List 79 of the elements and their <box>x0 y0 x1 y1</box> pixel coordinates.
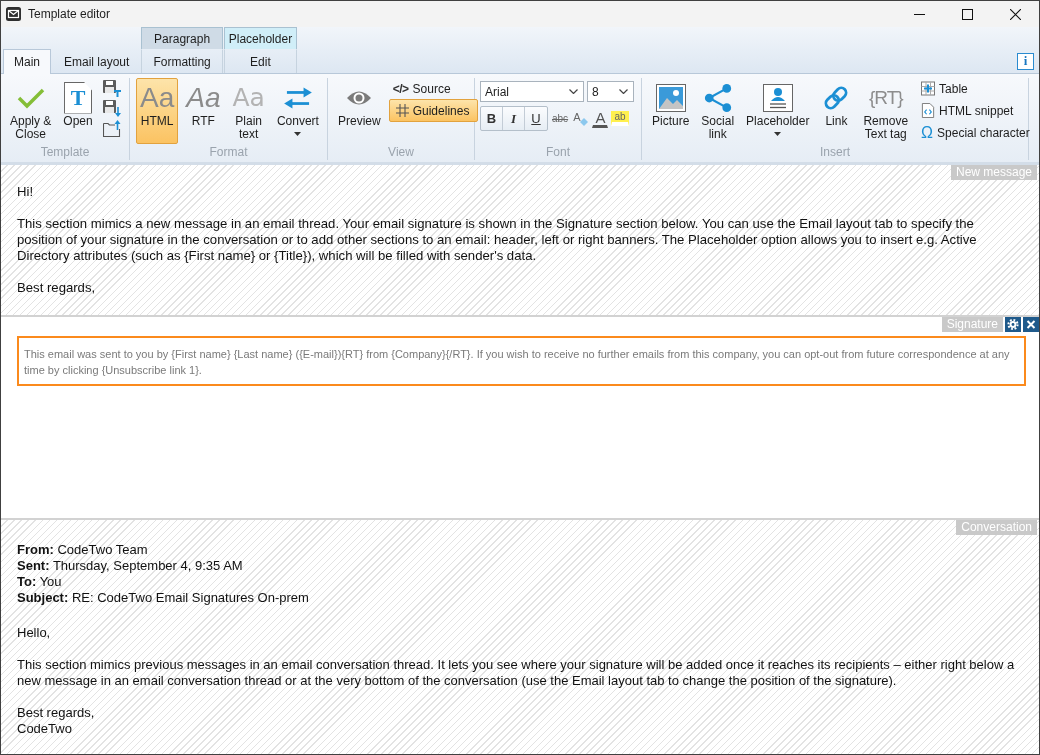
font-size-dropdown[interactable]: 8 <box>587 81 634 102</box>
ribbon-tab[interactable]: Edit <box>223 49 298 73</box>
closing-line: CodeTwo <box>17 721 73 737</box>
omega-icon: Ω <box>921 125 934 140</box>
caret-icon <box>294 132 302 136</box>
insert-button[interactable]: HTML snippet <box>917 102 1034 119</box>
table-icon <box>921 81 936 96</box>
font-sample-icon: Aa <box>232 81 265 114</box>
picture-icon <box>655 83 686 112</box>
preview-button[interactable]: Preview <box>334 78 385 144</box>
font-sample-icon: Aa <box>186 81 221 114</box>
convert-button[interactable]: Convert <box>272 78 323 144</box>
insert-button[interactable]: Table <box>917 80 1034 97</box>
envelope-icon <box>6 7 21 21</box>
grid-icon <box>395 104 409 117</box>
close-icon[interactable] <box>1009 8 1021 20</box>
email-header-line: Sent: Thursday, September 4, 9:35 AM <box>17 558 244 574</box>
email-header-line: Subject: RE: CodeTwo Email Signatures On-prem <box>17 590 310 606</box>
checkmark-icon <box>16 86 45 109</box>
chevron-icon <box>619 89 628 94</box>
text-style-button[interactable]: B <box>481 107 503 130</box>
source-button[interactable]: </> Source <box>388 80 479 97</box>
floppy-disk-arrow-icon[interactable] <box>102 100 121 117</box>
floppy-disk-icon[interactable] <box>102 80 121 97</box>
clear-formatting-button[interactable]: A <box>572 107 590 130</box>
apply-close-button[interactable]: Apply & Close <box>6 78 56 144</box>
insert-button[interactable]: Social link <box>697 78 739 144</box>
email-header-line: To: You <box>17 574 63 590</box>
insert-button[interactable]: {RT} Remove Text tag <box>859 78 913 144</box>
person-card-icon <box>762 83 793 112</box>
window-title: Template editor <box>28 7 111 21</box>
insert-button[interactable]: Link <box>817 78 856 144</box>
share-icon <box>702 83 733 112</box>
swap-arrows-icon <box>282 85 313 110</box>
ribbon-tab[interactable]: Email layout <box>53 49 141 73</box>
insert-button[interactable]: Placeholder <box>742 78 814 144</box>
caret-icon <box>774 132 782 136</box>
email-header-line: From: CodeTwo Team <box>17 542 149 558</box>
message-paragraph: Hi! <box>17 184 35 200</box>
insert-button[interactable]: Ω Special character <box>917 124 1034 141</box>
message-paragraph: This section mimics a new message in an email thread. Your email signature is shown in the Signature section below. You can use the Email layout tab to specify the position of your signature in the conversation or to add other sections to an email: header, left or right banners. The Placeholder option allows you to insert e.g. Active Directory attributes (such as {First name} or {Title}), which will be filled with sender's data. <box>17 216 978 264</box>
group-label: View <box>387 145 415 160</box>
code-document-icon <box>921 103 936 118</box>
format-button[interactable]: Aa HTML <box>136 78 179 144</box>
text-style-button[interactable]: U <box>525 107 547 130</box>
tag-braces-icon: {RT} <box>868 82 903 113</box>
message-paragraph: Hello, <box>17 625 52 641</box>
ribbon-tab[interactable]: Formatting <box>141 49 223 73</box>
group-label: Template <box>39 145 91 160</box>
group-label: Insert <box>819 145 851 160</box>
strikethrough-button[interactable]: abc <box>551 107 570 130</box>
chevron-icon <box>569 89 578 94</box>
format-button[interactable]: Aa RTF <box>182 78 225 144</box>
eraser-icon <box>580 118 589 126</box>
font-color-button[interactable]: A <box>592 109 609 128</box>
text-document-icon: T <box>64 81 93 114</box>
ribbon-tab[interactable]: Main <box>3 49 51 74</box>
font-name-dropdown[interactable]: Arial <box>480 81 584 102</box>
signature-editor[interactable]: This email was sent to you by {First name} {Last name} ({E-mail}){RT} from {Company}{/RT}. If you wish to receive no further emails from this company, you can opt-out from future correspondence at any time by clicking {Unsubscribe link 1}. <box>17 336 1026 386</box>
contextual-tab-header: Paragraph <box>141 27 223 49</box>
format-button[interactable]: Aa Plain text <box>228 78 269 144</box>
group-label: Format <box>208 145 249 160</box>
group-label: Font <box>545 145 571 160</box>
guidelines-button[interactable]: Guidelines <box>388 99 479 122</box>
contextual-tab-header: Placeholder <box>223 27 298 49</box>
code-icon: </> <box>392 81 409 96</box>
closing-line: Best regards, <box>17 705 96 721</box>
settings-icon[interactable] <box>1005 317 1021 332</box>
maximize-icon[interactable] <box>961 8 973 20</box>
open-button[interactable]: T Open <box>59 78 97 144</box>
insert-button[interactable]: Picture <box>648 78 694 144</box>
folder-arrow-icon[interactable] <box>102 120 121 137</box>
info-button[interactable]: i <box>1017 52 1034 70</box>
close-icon[interactable] <box>1023 317 1039 332</box>
text-style-button[interactable]: I <box>503 107 525 130</box>
font-sample-icon: Aa <box>140 81 175 114</box>
highlight-button[interactable]: ab <box>611 111 629 126</box>
message-paragraph: Best regards, <box>17 280 97 296</box>
message-paragraph: This section mimics previous messages in an email conversation thread. It lets you see where your signature will be added once it reaches its recipients – either right below a new message in an email conversation thread or at the very bottom of the conversation (use the Email layout tab to change the position of the signature). <box>17 657 1016 689</box>
